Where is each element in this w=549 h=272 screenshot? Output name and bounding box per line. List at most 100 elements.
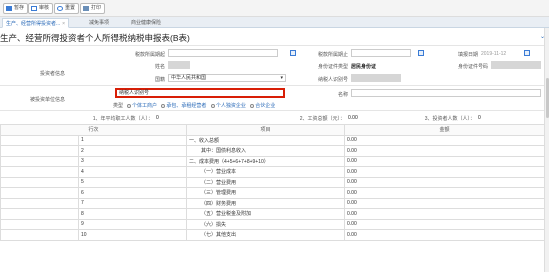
radio-button[interactable] — [250, 103, 255, 108]
employees-label: 1、年平均职工人数（人）： — [92, 116, 153, 122]
check-button[interactable]: 审核 — [28, 3, 54, 14]
row-item: （一）营业成本 — [186, 166, 346, 178]
taxpayer-id-field — [351, 74, 401, 82]
table-row: 9 （六）损失 0.00 — [0, 218, 546, 230]
row-spacer — [0, 187, 79, 199]
unit-name-input[interactable] — [351, 89, 541, 97]
fill-date-value[interactable]: 2019-11-12 — [481, 51, 506, 57]
row-item: （五）营业税金及附加 — [186, 208, 346, 220]
row-number: 5 — [77, 176, 188, 188]
row-amount[interactable]: 0.00 — [344, 155, 546, 167]
row-item: （三）管理费用 — [186, 187, 346, 199]
row-number: 9 — [77, 218, 188, 230]
divider — [0, 45, 549, 46]
investors-label: 3、投资者人数（人）： — [424, 116, 475, 122]
radio-button[interactable] — [210, 103, 215, 108]
tab-b-form[interactable]: 生产、经营所得投资者... × — [2, 18, 70, 28]
period-end-input[interactable] — [351, 49, 411, 57]
check-icon — [31, 6, 37, 11]
row-item: 一、收入总额 — [186, 134, 346, 146]
row-spacer — [0, 176, 79, 188]
employees-value[interactable]: 0 — [156, 115, 159, 121]
row-spacer — [0, 145, 79, 157]
row-amount[interactable]: 0.00 — [344, 176, 546, 188]
row-number: 3 — [77, 155, 188, 167]
save-button[interactable]: 暂存 — [3, 3, 29, 14]
id-number-field — [491, 61, 541, 69]
period-start-label: 税款所属期起 — [134, 52, 165, 58]
table-row: 8 （五）营业税金及附加 0.00 — [0, 208, 546, 220]
row-amount[interactable]: 0.00 — [344, 187, 546, 199]
row-item: （七）其他支出 — [186, 229, 346, 241]
table-header-row: 行次 项目 金额 — [0, 124, 546, 136]
chevron-down-icon: ▾ — [280, 75, 283, 81]
row-item: （四）财务费用 — [186, 197, 346, 209]
calendar-icon[interactable] — [418, 50, 424, 56]
tab-relief-items[interactable]: 减免事项 — [86, 18, 112, 28]
calendar-icon[interactable] — [290, 50, 296, 56]
row-amount[interactable]: 0.00 — [344, 197, 546, 209]
id-number-label: 身份证件号码 — [457, 64, 488, 70]
table-row: 4 （一）营业成本 0.00 — [0, 166, 546, 178]
close-icon[interactable]: × — [62, 21, 65, 27]
investors-value[interactable]: 0 — [478, 115, 481, 121]
wages-value[interactable]: 0.00 — [348, 115, 358, 121]
radio-button[interactable] — [127, 103, 131, 108]
divider — [0, 110, 549, 111]
amount-header: 金额 — [344, 124, 546, 136]
unit-taxpayer-id-input[interactable]: 纳税人识别号 — [115, 88, 285, 98]
row-no-header: 行次 — [0, 124, 188, 136]
investor-info-label: 投资者信息 — [39, 71, 65, 77]
reset-button[interactable]: 重置 — [54, 3, 80, 14]
row-number: 8 — [77, 208, 188, 220]
row-item: 二、成本费用（4+5+6+7+8+9+10） — [186, 155, 346, 167]
row-spacer — [0, 218, 79, 230]
row-spacer — [0, 229, 79, 241]
row-amount[interactable]: 0.00 — [344, 134, 546, 146]
row-number: 2 — [77, 145, 188, 157]
table-row: 6 （三）管理费用 0.00 — [0, 187, 546, 199]
radio-button[interactable] — [161, 103, 166, 108]
period-end-label: 税款所属期止 — [317, 52, 348, 58]
fill-date-label: 填报日期 — [457, 52, 478, 58]
row-amount[interactable]: 0.00 — [344, 145, 546, 157]
calendar-icon[interactable] — [524, 50, 530, 56]
page-title: 生产、经营所得投资者个人所得税纳税申报表(B表) — [0, 33, 190, 43]
row-item: 其中：国债利息收入 — [186, 145, 346, 157]
row-spacer — [0, 166, 79, 178]
row-number: 4 — [77, 166, 188, 178]
nationality-select[interactable]: 中华人民共和国 ▾ — [168, 74, 286, 82]
item-header: 项目 — [186, 124, 346, 136]
type-label: 类型 — [112, 103, 123, 109]
row-spacer — [0, 134, 79, 146]
tab-bar: 生产、经营所得投资者... × 减免事项 商业健康保险 — [0, 17, 549, 28]
table-row: 2 其中：国债利息收入 0.00 — [0, 145, 546, 157]
row-number: 7 — [77, 197, 188, 209]
taxpayer-id-label: 纳税人识别号 — [317, 77, 348, 83]
tab-health-insurance[interactable]: 商业健康保险 — [128, 18, 164, 28]
vertical-scrollbar[interactable] — [544, 28, 549, 272]
row-amount[interactable]: 0.00 — [344, 229, 546, 241]
row-amount[interactable]: 0.00 — [344, 208, 546, 220]
id-type-value[interactable]: 居民身份证 — [351, 63, 376, 70]
row-item: （二）营业费用 — [186, 176, 346, 188]
row-spacer — [0, 208, 79, 220]
row-item: （六）损失 — [186, 218, 346, 230]
row-number: 10 — [77, 229, 188, 241]
table-row: 10 （七）其他支出 0.00 — [0, 229, 546, 241]
id-type-label: 身份证件类型 — [317, 64, 348, 70]
row-number: 1 — [77, 134, 188, 146]
type-radio-group: 个体工商户 承包、承租经营者 个人独资企业 合伙企业 — [124, 102, 275, 109]
print-button[interactable]: 打印 — [80, 3, 106, 14]
table-row: 1 一、收入总额 0.00 — [0, 134, 546, 146]
row-amount[interactable]: 0.00 — [344, 166, 546, 178]
row-amount[interactable]: 0.00 — [344, 218, 546, 230]
name-field — [168, 61, 190, 69]
row-number: 6 — [77, 187, 188, 199]
refresh-icon — [57, 6, 63, 11]
invested-unit-label: 被投资单位信息 — [29, 97, 65, 103]
nationality-label: 国籍 — [154, 77, 165, 83]
toolbar: 暂存 审核 重置 打印 — [0, 0, 549, 17]
wages-label: 2、工资总额（元）： — [299, 116, 345, 122]
period-start-input[interactable] — [168, 49, 278, 57]
